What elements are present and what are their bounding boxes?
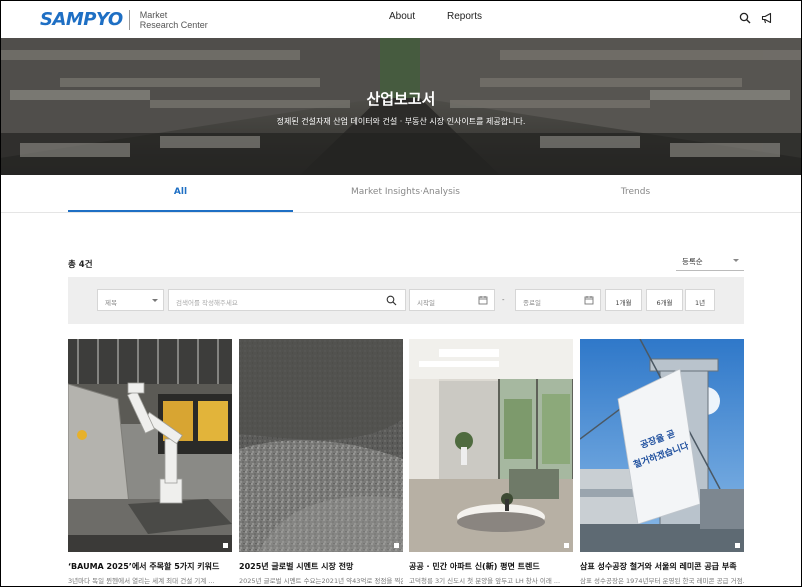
calendar-icon[interactable]	[584, 295, 594, 305]
search-icon[interactable]	[739, 12, 751, 24]
report-thumbnail-apartment[interactable]	[409, 339, 573, 552]
logo-subtitle-line1: Market	[139, 9, 168, 20]
report-card[interactable]: ‘BAUMA 2025’에서 주목할 5가지 키워드 3년마다 독일 뮌헨에서 …	[68, 339, 232, 587]
sort-select-label: 등록순	[682, 257, 703, 266]
search-icon[interactable]	[386, 295, 397, 306]
calendar-icon[interactable]	[478, 295, 488, 305]
report-card[interactable]: 공장을 곧 철거하겠습니다 삼표 성수공장 철거와 서울의 레미콘 공급 부족 …	[580, 339, 744, 587]
megaphone-icon[interactable]	[761, 12, 773, 24]
report-card-title[interactable]: 2025년 글로벌 시멘트 시장 전망	[239, 561, 403, 572]
logo-wordmark: SAMPYO	[40, 9, 123, 30]
range-1-year-button[interactable]: 1년	[685, 289, 715, 311]
report-thumbnail-robot[interactable]	[68, 339, 232, 552]
start-date-input[interactable]: 시작일	[409, 289, 495, 311]
range-6-month-button[interactable]: 6개월	[646, 289, 683, 311]
active-tab-indicator	[68, 210, 293, 212]
nav-reports[interactable]: Reports	[447, 11, 482, 22]
thumbnail-corner-marker	[394, 543, 399, 548]
thumbnail-corner-marker	[735, 543, 740, 548]
report-thumbnail-cement[interactable]	[239, 339, 403, 552]
report-card-description: 2025년 글로벌 시멘트 수요는2021년 약43억로 정점을 찍은...	[239, 577, 403, 585]
report-card-title[interactable]: 공공 · 민간 아파트 신(新) 평면 트렌드	[409, 561, 573, 572]
report-card-description: 삼표 성수공장은 1974년부터 운영된 한국 레미콘 공급 거점...	[580, 577, 744, 585]
search-field-select-label: 제목	[105, 299, 117, 307]
end-date-placeholder: 종료일	[523, 299, 541, 307]
hero-subtitle: 정제된 건설자재 산업 데이터와 건설 · 부동산 시장 인사이트를 제공합니다…	[276, 117, 526, 126]
report-card[interactable]: 공공 · 민간 아파트 신(新) 평면 트렌드 고덕청릉 3기 신도시 첫 분양…	[409, 339, 573, 587]
report-card[interactable]: 2025년 글로벌 시멘트 시장 전망 2025년 글로벌 시멘트 수요는202…	[239, 339, 403, 587]
thumbnail-corner-marker	[223, 543, 228, 548]
filter-bar: 제목 검색어를 작성해주세요 시작일 - 종료일 1개월 6개월 1년	[68, 277, 744, 324]
hero-title: 산업보고서	[366, 90, 436, 108]
category-tabs: All Market Insights·Analysis Trends	[0, 175, 802, 213]
report-card-title[interactable]: ‘BAUMA 2025’에서 주목할 5가지 키워드	[68, 561, 232, 572]
logo[interactable]: SAMPYO Market Research Center	[40, 9, 208, 30]
logo-subtitle-line2: Research Center	[139, 19, 208, 30]
nav-about[interactable]: About	[389, 11, 415, 22]
chevron-down-icon	[733, 259, 739, 262]
tab-all[interactable]: All	[68, 187, 293, 197]
tab-trends[interactable]: Trends	[523, 187, 748, 197]
range-1-month-button[interactable]: 1개월	[605, 289, 642, 311]
report-thumbnail-factory[interactable]: 공장을 곧 철거하겠습니다	[580, 339, 744, 552]
thumbnail-corner-marker	[564, 543, 569, 548]
hero-banner: 산업보고서 정제된 건설자재 산업 데이터와 건설 · 부동산 시장 인사이트를…	[0, 38, 802, 175]
search-field-select[interactable]: 제목	[97, 289, 164, 311]
site-header: SAMPYO Market Research Center About Repo…	[0, 0, 802, 38]
end-date-input[interactable]: 종료일	[515, 289, 601, 311]
logo-divider	[128, 9, 130, 30]
tab-market-insights[interactable]: Market Insights·Analysis	[293, 187, 518, 197]
report-card-title[interactable]: 삼표 성수공장 철거와 서울의 레미콘 공급 부족	[580, 561, 744, 572]
report-card-description: 고덕청릉 3기 신도시 첫 분양을 앞두고 LH 창사 이래 ...	[409, 577, 561, 585]
date-range-separator: -	[502, 296, 505, 304]
total-count: 총 4건	[68, 260, 93, 270]
search-input-placeholder: 검색어를 작성해주세요	[176, 299, 238, 307]
report-card-description: 3년마다 독일 뮌헨에서 열리는 세계 최대 건설 기계 ...	[68, 577, 215, 585]
search-input[interactable]: 검색어를 작성해주세요	[168, 289, 406, 311]
chevron-down-icon	[152, 299, 158, 302]
start-date-placeholder: 시작일	[417, 299, 435, 307]
logo-subtitle: Market Research Center	[140, 10, 208, 30]
sort-select[interactable]: 등록순	[676, 253, 744, 271]
